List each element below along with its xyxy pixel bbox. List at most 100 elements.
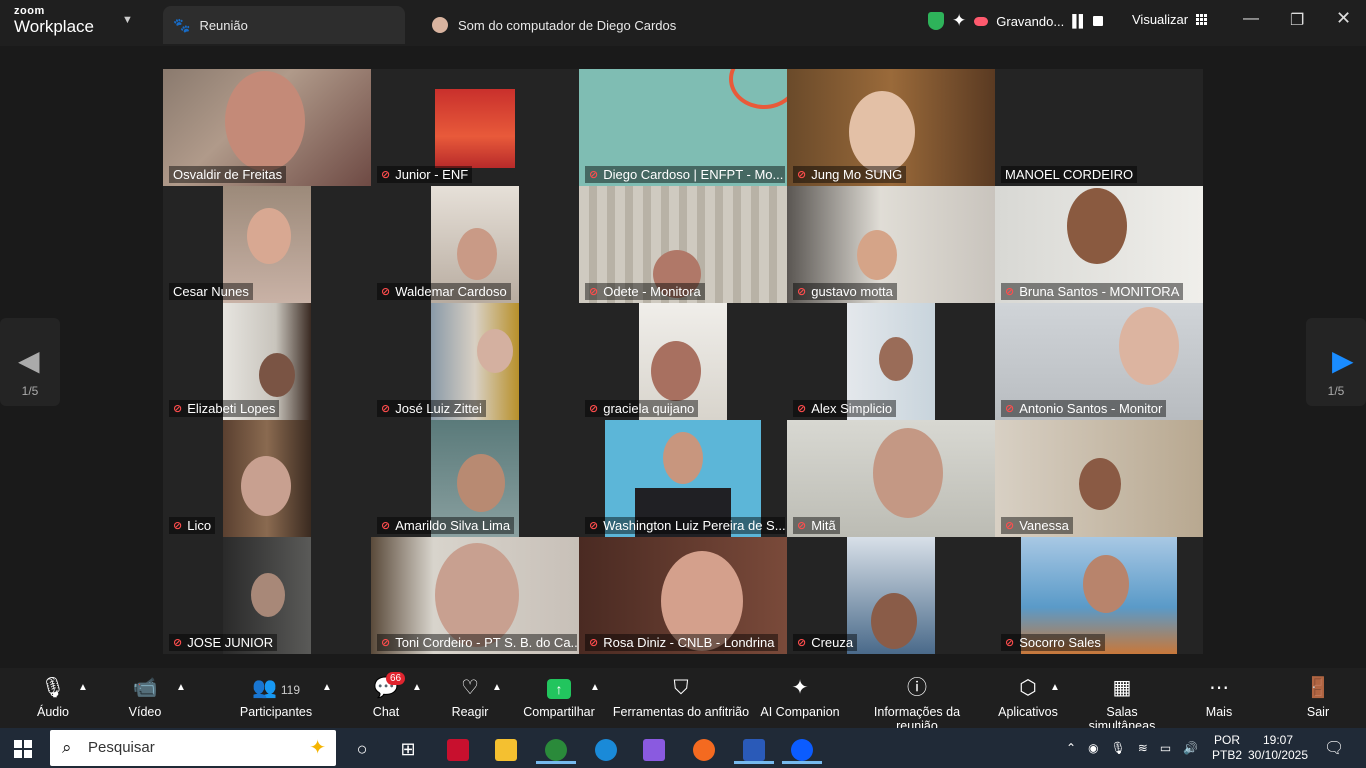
avatar [432, 17, 448, 33]
prev-page-button[interactable]: ◀ 1/5 [0, 318, 60, 406]
host-tools-button[interactable]: ⛉ Ferramentas do anfitrião [612, 676, 750, 719]
video-tile[interactable]: ⊘ Elizabeti Lopes [163, 303, 371, 420]
tab-meeting[interactable]: 🐾 Reunião [163, 6, 405, 44]
share-options-caret[interactable]: ▲ [590, 682, 600, 693]
share-button[interactable]: ↑ Compartilhar [520, 676, 598, 719]
next-page-button[interactable]: ▶ 1/5 [1306, 318, 1366, 406]
breakout-rooms-button[interactable]: ▦ Salas simultâneas [1074, 676, 1170, 733]
mic-muted-icon: ⊘ [173, 520, 183, 532]
edge-icon[interactable] [586, 734, 626, 764]
participant-name: ⊘ Odete - Monitora [585, 283, 705, 300]
record-tray-icon[interactable]: ◉ [1088, 741, 1098, 755]
file-explorer-icon[interactable] [486, 734, 526, 764]
participant-name: ⊘ Creuza [793, 634, 858, 651]
chat-button[interactable]: 💬 66 Chat [366, 672, 406, 719]
video-tile[interactable]: Cesar Nunes [163, 186, 371, 303]
video-tile[interactable]: ⊘ Washington Luiz Pereira de S... [579, 420, 787, 537]
clock[interactable]: 19:07 30/10/2025 [1248, 728, 1308, 768]
page-indicator-left: 1/5 [21, 384, 39, 398]
video-tile[interactable]: ⊘ graciela quijano [579, 303, 787, 420]
ai-companion-button[interactable]: ✦ AI Companion [758, 676, 842, 719]
view-button[interactable]: Visualizar [1132, 12, 1208, 27]
ai-sparkle-icon[interactable]: ✦ [952, 11, 966, 31]
video-tile[interactable]: ⊘ Mitã [787, 420, 995, 537]
grid-icon [1196, 14, 1208, 25]
pause-icon[interactable]: ▌▌ [1072, 14, 1087, 28]
brand-small: zoom [14, 5, 45, 17]
stop-icon[interactable] [1093, 16, 1104, 26]
task-view-icon[interactable]: ○ [342, 734, 382, 764]
video-tile[interactable]: ⊘ Jung Mo SUNG [787, 69, 995, 186]
video-tile[interactable]: ⊘ Toni Cordeiro - PT S. B. do Ca... [371, 537, 579, 654]
apps-options-caret[interactable]: ▲ [1050, 682, 1060, 693]
video-tile[interactable]: ⊘ Amarildo Silva Lima [371, 420, 579, 537]
mic-tray-icon[interactable]: 🎙 [1111, 741, 1126, 755]
firefox-icon[interactable] [684, 734, 724, 764]
video-options-caret[interactable]: ▲ [176, 682, 186, 693]
video-tile[interactable]: ⊘ Lico [163, 420, 371, 537]
more-button[interactable]: ⋯ Mais [1198, 676, 1240, 719]
react-options-caret[interactable]: ▲ [492, 682, 502, 693]
participant-name: ⊘ graciela quijano [585, 400, 699, 417]
copilot-icon[interactable] [634, 734, 674, 764]
cloud-record-icon [974, 16, 989, 26]
video-tile[interactable]: ⊘ Rosa Diniz - CNLB - Londrina [579, 537, 787, 654]
word-icon[interactable] [734, 734, 774, 764]
participants-options-caret[interactable]: ▲ [322, 682, 332, 693]
audio-button[interactable]: 🎙 Áudio [32, 676, 74, 719]
meeting-info-button[interactable]: ⓘ Informações da reunião [852, 676, 982, 733]
widgets-icon[interactable]: ⊞ [388, 734, 428, 764]
shield-icon[interactable] [928, 12, 944, 30]
video-tile[interactable]: ⊘ Diego Cardoso | ENFPT - Mo... [579, 69, 787, 186]
zoom-logo[interactable]: zoom Workplace [14, 5, 94, 36]
chrome-icon[interactable] [536, 734, 576, 764]
battery-icon[interactable]: ▭ [1160, 741, 1171, 755]
video-tile[interactable]: ⊘ Vanessa [995, 420, 1203, 537]
video-button[interactable]: 📹 Vídeo [124, 676, 166, 719]
language-indicator[interactable]: POR PTB2 [1212, 728, 1242, 768]
video-tile[interactable]: ⊘ Socorro Sales [995, 537, 1203, 654]
notifications-icon[interactable]: 🗨 [1324, 728, 1344, 768]
chevron-up-icon[interactable]: ⌃ [1066, 741, 1076, 755]
heart-icon: ♡ [461, 677, 479, 699]
windows-start-icon[interactable] [14, 740, 32, 758]
mic-muted-icon: ⊘ [381, 169, 391, 181]
taskbar-search[interactable]: ⌕ Pesquisar ✦ [50, 730, 336, 766]
wifi-icon[interactable]: ≋ [1138, 741, 1148, 755]
video-tile[interactable]: ⊘ Bruna Santos - MONITORA [995, 186, 1203, 303]
apps-label: Aplicativos [998, 705, 1058, 719]
restore-icon[interactable]: ❐ [1290, 10, 1304, 30]
participants-button[interactable]: 👥 119 Participantes [236, 676, 316, 719]
minimize-icon[interactable]: — [1243, 10, 1259, 28]
mic-muted-icon: ⊘ [381, 286, 391, 298]
participant-name: Cesar Nunes [169, 283, 253, 300]
mic-muted-icon: ⊘ [589, 637, 599, 649]
pdf-app-icon[interactable] [438, 734, 478, 764]
participant-name: ⊘ Mitã [793, 517, 840, 534]
react-button[interactable]: ♡ Reagir [448, 676, 492, 719]
mic-muted-icon: ⊘ [797, 286, 807, 298]
video-tile[interactable]: ⊘ Alex Simplicio [787, 303, 995, 420]
zoom-app-icon[interactable] [782, 734, 822, 764]
share-screen-icon: ↑ [520, 676, 598, 700]
chevron-down-icon[interactable]: ▼ [122, 14, 133, 26]
chat-options-caret[interactable]: ▲ [412, 682, 422, 693]
tab-computer-audio[interactable]: Som do computador de Diego Cardos [418, 6, 718, 44]
video-tile[interactable]: ⊘ JOSE JUNIOR [163, 537, 371, 654]
ai-sparkle-icon: ✦ [791, 677, 809, 699]
video-tile[interactable]: MANOEL CORDEIRO [995, 69, 1203, 186]
video-tile[interactable]: ⊘ José Luiz Zittei [371, 303, 579, 420]
leave-button[interactable]: 🚪 Sair [1298, 676, 1338, 719]
video-tile[interactable]: Osvaldir de Freitas [163, 69, 371, 186]
video-tile[interactable]: ⊘ Junior - ENF [371, 69, 579, 186]
audio-options-caret[interactable]: ▲ [78, 682, 88, 693]
volume-icon[interactable]: 🔊 [1183, 741, 1198, 755]
host-tools-label: Ferramentas do anfitrião [612, 705, 750, 719]
close-icon[interactable]: ✕ [1336, 8, 1351, 29]
mic-muted-icon: ⊘ [589, 520, 599, 532]
video-tile[interactable]: ⊘ Odete - Monitora [579, 186, 787, 303]
video-tile[interactable]: ⊘ gustavo motta [787, 186, 995, 303]
video-tile[interactable]: ⊘ Antonio Santos - Monitor [995, 303, 1203, 420]
video-tile[interactable]: ⊘ Waldemar Cardoso [371, 186, 579, 303]
video-tile[interactable]: ⊘ Creuza [787, 537, 995, 654]
